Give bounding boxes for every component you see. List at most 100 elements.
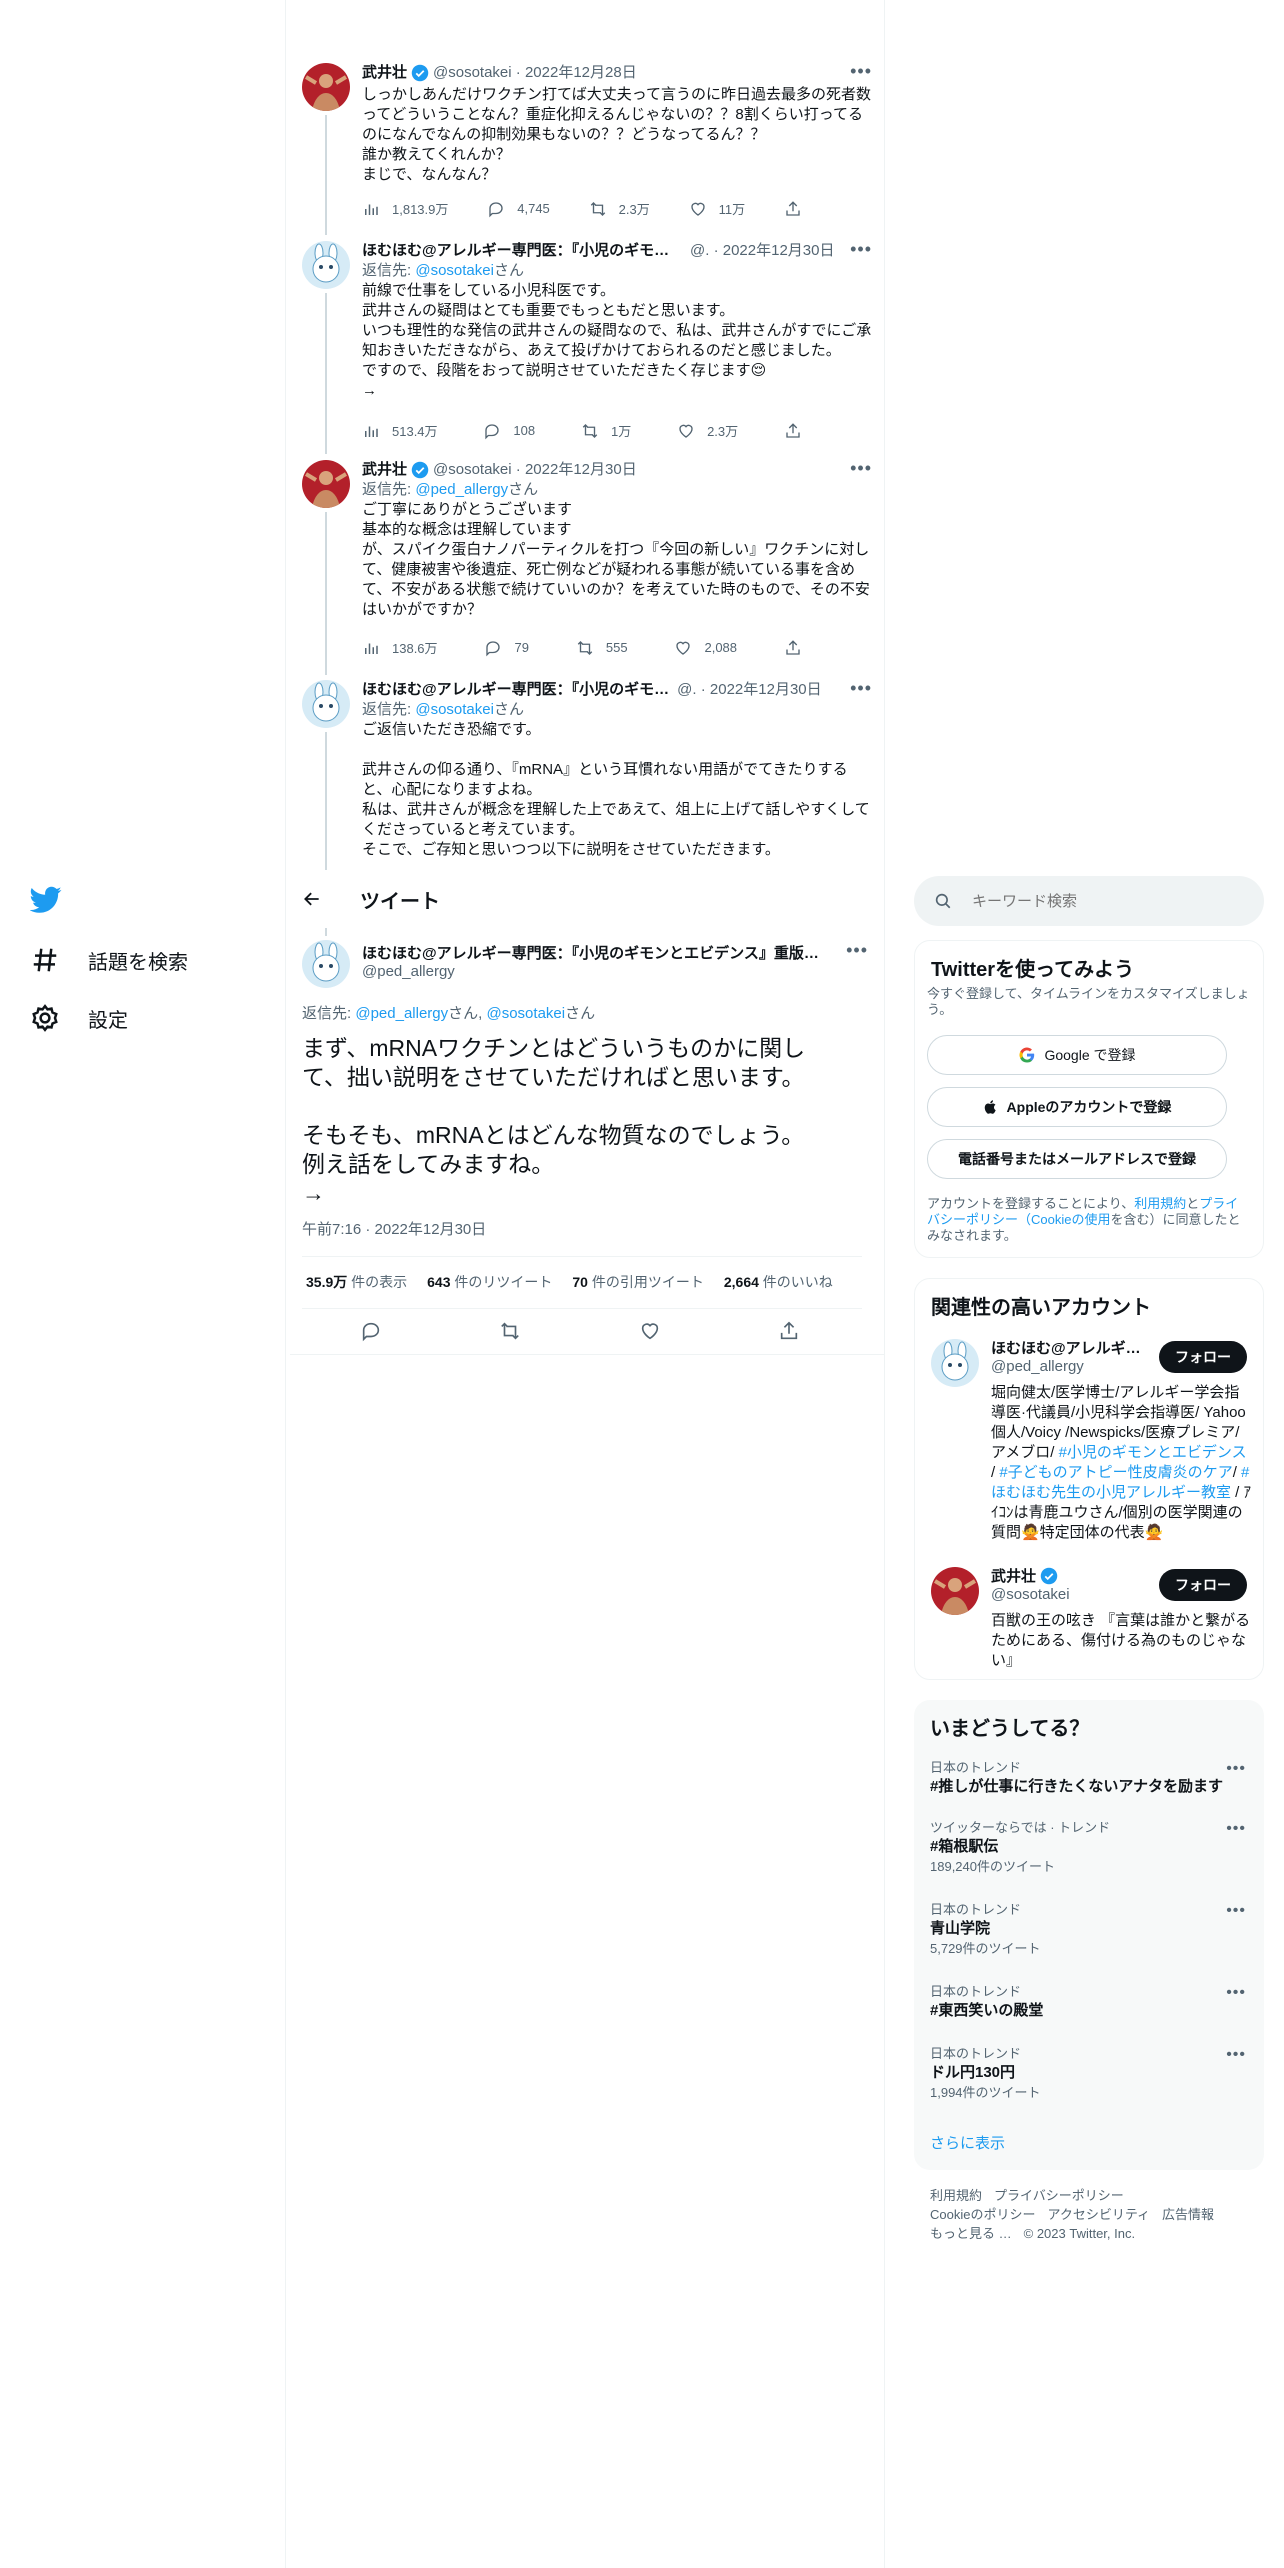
- retweet-action[interactable]: 1万: [581, 421, 631, 440]
- handle[interactable]: @sosotakei: [433, 63, 512, 83]
- thread-tweet[interactable]: ほむほむ@アレルギー専門医：『小児のギモ… @. · 2022年12月30日 •…: [290, 678, 880, 870]
- more-options-icon[interactable]: •••: [850, 61, 872, 81]
- avatar[interactable]: [302, 940, 350, 988]
- search-input[interactable]: [972, 892, 1232, 910]
- reply-to-link[interactable]: @sosotakei: [415, 701, 494, 718]
- related-account-name[interactable]: ほむほむ@アレルギ…: [991, 1337, 1141, 1358]
- stat-quotes[interactable]: 70 件の引用ツイート: [572, 1272, 703, 1292]
- display-name[interactable]: ほむほむ@アレルギー専門医：『小児のギモン…: [362, 241, 682, 261]
- twitter-logo[interactable]: [29, 886, 62, 919]
- footer-link[interactable]: アクセシビリティ: [1047, 2207, 1150, 2222]
- handle[interactable]: @.: [690, 241, 709, 261]
- more-options-icon[interactable]: •••: [1226, 1820, 1246, 1838]
- like-action[interactable]: 2,088: [674, 638, 737, 657]
- more-options-icon[interactable]: •••: [1226, 1760, 1246, 1778]
- display-name[interactable]: 武井壮: [362, 460, 407, 480]
- avatar[interactable]: [302, 680, 350, 728]
- reply-action[interactable]: 4,745: [487, 199, 550, 218]
- terms-link[interactable]: 利用規約: [1134, 1196, 1186, 1211]
- reply-to-link[interactable]: @ped_allergy: [415, 481, 508, 498]
- like-action[interactable]: 2.3万: [677, 421, 738, 440]
- like-button[interactable]: [639, 1320, 661, 1347]
- search-box[interactable]: [914, 876, 1264, 926]
- timestamp[interactable]: 2022年12月30日: [710, 680, 822, 700]
- display-name[interactable]: 武井壮: [362, 63, 407, 83]
- analytics-icon: [365, 426, 378, 437]
- handle[interactable]: @.: [677, 680, 696, 700]
- google-signup-button[interactable]: Google で登録: [927, 1035, 1227, 1075]
- trend-item[interactable]: 日本のトレンド 青山学院 5,729件のツイート •••: [930, 1902, 1246, 1957]
- timestamp[interactable]: 2022年12月30日: [723, 241, 835, 261]
- more-options-icon[interactable]: •••: [850, 458, 872, 478]
- retweet-button[interactable]: [499, 1320, 521, 1347]
- handle[interactable]: @ped_allergy: [362, 963, 455, 980]
- footer-more-link[interactable]: もっと見る …: [930, 2226, 1012, 2241]
- avatar[interactable]: [302, 241, 350, 289]
- related-account-handle[interactable]: @sosotakei: [991, 1586, 1070, 1603]
- share-action[interactable]: [784, 638, 802, 657]
- follow-button[interactable]: フォロー: [1159, 1341, 1247, 1373]
- footer-link[interactable]: プライバシーポリシー: [994, 2188, 1124, 2203]
- stat-likes[interactable]: 2,664 件のいいね: [724, 1272, 833, 1292]
- reply-to-link[interactable]: @ped_allergy: [355, 1005, 448, 1022]
- avatar[interactable]: [302, 460, 350, 508]
- stat-retweets[interactable]: 643 件のリツイート: [427, 1272, 552, 1292]
- reply-action[interactable]: 79: [484, 638, 529, 657]
- like-action[interactable]: 11万: [689, 199, 745, 218]
- reply-to-link[interactable]: @sosotakei: [415, 262, 494, 279]
- display-name[interactable]: ほむほむ@アレルギー専門医：『小児のギモンとエビデンス』重版…: [362, 942, 832, 963]
- thread-tweet[interactable]: 武井壮 @sosotakei · 2022年12月30日 ••• 返信先: @p…: [290, 458, 880, 675]
- follow-button[interactable]: フォロー: [1159, 1569, 1247, 1601]
- trend-item[interactable]: 日本のトレンド ドル円130円 1,994件のツイート •••: [930, 2046, 1246, 2101]
- more-options-icon[interactable]: •••: [1226, 1902, 1246, 1920]
- stat-views[interactable]: 35.9万 件の表示: [306, 1272, 407, 1292]
- views-count: 138.6万: [392, 641, 438, 656]
- thread-tweet[interactable]: ほむほむ@アレルギー専門医：『小児のギモン… @. · 2022年12月30日 …: [290, 239, 880, 454]
- more-options-icon[interactable]: •••: [850, 678, 872, 698]
- tweet-text: 前線で仕事をしている小児科医です。 武井さんの疑問はとても重要でもっともだと思い…: [362, 282, 872, 399]
- nav-explore[interactable]: 話題を検索: [30, 945, 188, 975]
- hashtag-link[interactable]: #小児のギモンとエビデンス: [1059, 1444, 1247, 1461]
- trend-item[interactable]: 日本のトレンド #推しが仕事に行きたくないアナタを励ます •••: [930, 1760, 1246, 1797]
- phone-email-signup-button[interactable]: 電話番号またはメールアドレスで登録: [927, 1139, 1227, 1179]
- reply-to-link[interactable]: @sosotakei: [486, 1005, 565, 1022]
- hashtag-link[interactable]: #子どものアトピー性皮膚炎のケア: [999, 1464, 1232, 1481]
- nav-settings[interactable]: 設定: [30, 1003, 128, 1033]
- display-name[interactable]: ほむほむ@アレルギー専門医：『小児のギモ…: [362, 680, 669, 700]
- footer-link[interactable]: Cookieのポリシー: [930, 2207, 1035, 2222]
- views-action[interactable]: 138.6万: [362, 638, 438, 657]
- reply-button[interactable]: [360, 1320, 382, 1347]
- timestamp[interactable]: 2022年12月30日: [525, 460, 637, 480]
- handle[interactable]: @sosotakei: [433, 460, 512, 480]
- share-action[interactable]: [784, 421, 802, 440]
- focused-tweet: ほむほむ@アレルギー専門医：『小児のギモンとエビデンス』重版… @ped_all…: [290, 928, 884, 1358]
- retweet-icon: [577, 640, 593, 655]
- related-account-name[interactable]: 武井壮: [991, 1565, 1062, 1586]
- thread-tweet[interactable]: 武井壮 @sosotakei · 2022年12月28日 ••• しっかしあんだ…: [290, 61, 880, 235]
- apple-signup-button[interactable]: Appleのアカウントで登録: [927, 1087, 1227, 1127]
- related-account-handle[interactable]: @ped_allergy: [991, 1358, 1084, 1375]
- views-action[interactable]: 1,813.9万: [362, 199, 448, 218]
- reply-action[interactable]: 108: [483, 421, 535, 440]
- footer-link[interactable]: 利用規約: [930, 2188, 982, 2203]
- avatar[interactable]: [931, 1339, 979, 1387]
- show-more-link[interactable]: さらに表示: [930, 2132, 1005, 2153]
- share-action[interactable]: [784, 199, 802, 218]
- more-options-icon[interactable]: •••: [846, 940, 868, 961]
- signup-terms: アカウントを登録することにより、利用規約とプライバシーポリシー（Cookieの使…: [927, 1196, 1241, 1243]
- retweet-action[interactable]: 2.3万: [589, 199, 650, 218]
- timestamp[interactable]: 2022年12月28日: [525, 63, 637, 83]
- trend-item[interactable]: 日本のトレンド #東西笑いの殿堂 •••: [930, 1984, 1246, 2021]
- views-action[interactable]: 513.4万: [362, 421, 438, 440]
- avatar[interactable]: [302, 63, 350, 111]
- retweet-action[interactable]: 555: [576, 638, 628, 657]
- back-button[interactable]: [302, 889, 322, 909]
- more-options-icon[interactable]: •••: [1226, 2046, 1246, 2064]
- trend-item[interactable]: ツイッターならでは · トレンド #箱根駅伝 189,240件のツイート •••: [930, 1820, 1246, 1875]
- share-button[interactable]: [778, 1320, 800, 1347]
- avatar[interactable]: [931, 1567, 979, 1615]
- timestamp[interactable]: 午前7:16 · 2022年12月30日: [302, 1218, 486, 1239]
- more-options-icon[interactable]: •••: [850, 239, 872, 259]
- more-options-icon[interactable]: •••: [1226, 1984, 1246, 2002]
- footer-link[interactable]: 広告情報: [1162, 2207, 1214, 2222]
